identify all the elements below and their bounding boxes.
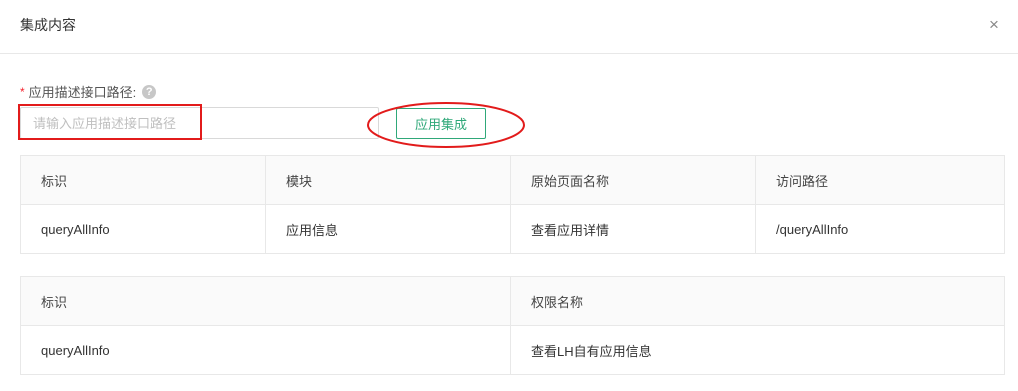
column-header: 标识 bbox=[20, 276, 511, 326]
column-header: 模块 bbox=[265, 155, 511, 205]
column-header: 权限名称 bbox=[510, 276, 1005, 326]
table-row: queryAllInfo 查看LH自有应用信息 bbox=[20, 325, 1005, 375]
integrate-button[interactable]: 应用集成 bbox=[396, 108, 486, 139]
table-cell: queryAllInfo bbox=[20, 325, 511, 375]
table-header-row: 标识 模块 原始页面名称 访问路径 bbox=[20, 155, 1005, 205]
column-header: 原始页面名称 bbox=[510, 155, 756, 205]
pages-table: 标识 模块 原始页面名称 访问路径 queryAllInfo 应用信息 查看应用… bbox=[20, 155, 1005, 254]
table-cell: 查看应用详情 bbox=[510, 204, 756, 254]
api-path-label: * 应用描述接口路径: ? bbox=[20, 82, 157, 101]
api-path-input[interactable] bbox=[20, 107, 379, 139]
integration-dialog: 集成内容 × * 应用描述接口路径: ? 应用集成 标识 模块 原始页面名称 访… bbox=[0, 0, 1018, 391]
required-mark: * bbox=[20, 84, 25, 99]
dialog-header: 集成内容 × bbox=[0, 0, 1018, 54]
dialog-title: 集成内容 bbox=[20, 17, 76, 33]
question-circle-icon[interactable]: ? bbox=[142, 84, 157, 99]
table-cell: /queryAllInfo bbox=[755, 204, 1005, 254]
column-header: 访问路径 bbox=[755, 155, 1005, 205]
permissions-table: 标识 权限名称 queryAllInfo 查看LH自有应用信息 bbox=[20, 276, 1005, 375]
table-cell: 查看LH自有应用信息 bbox=[510, 325, 1005, 375]
table-cell: queryAllInfo bbox=[20, 204, 266, 254]
api-path-label-text: 应用描述接口路径: bbox=[28, 85, 137, 100]
table-header-row: 标识 权限名称 bbox=[20, 276, 1005, 326]
table-row: queryAllInfo 应用信息 查看应用详情 /queryAllInfo bbox=[20, 204, 1005, 254]
column-header: 标识 bbox=[20, 155, 266, 205]
table-cell: 应用信息 bbox=[265, 204, 511, 254]
close-icon[interactable]: × bbox=[984, 15, 1004, 35]
